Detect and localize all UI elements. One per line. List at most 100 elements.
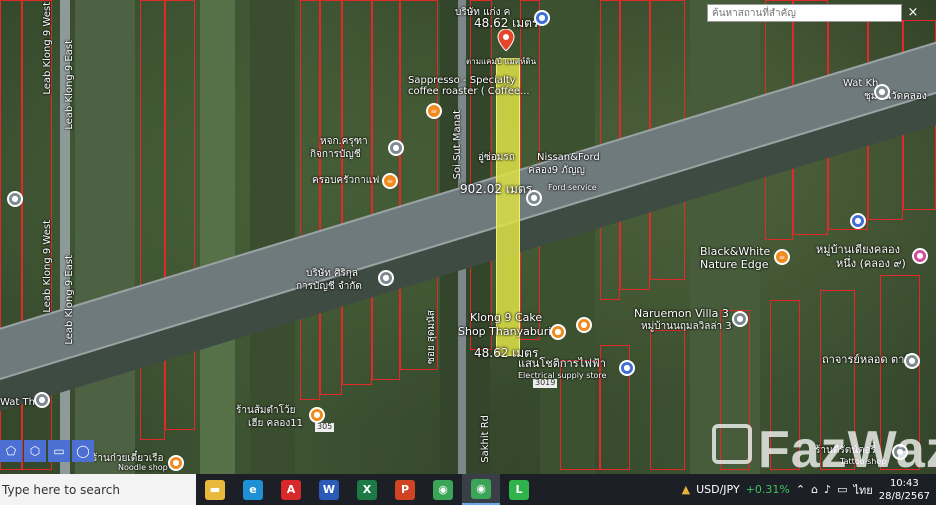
place-label: Shop Thanyaburi (458, 325, 552, 338)
poi-icon[interactable]: ● (904, 353, 920, 369)
word-icon: W (319, 479, 339, 500)
poi-icon[interactable]: ● (7, 191, 23, 207)
chrome-2-icon: ◉ (471, 478, 491, 499)
taskbar-app-word[interactable]: W (310, 474, 348, 505)
place-label: ตามแคมป์ แมคห์ดิน (466, 57, 537, 66)
taskbar-search-placeholder: Type here to search (2, 482, 120, 497)
place-label: Black&White (700, 245, 771, 258)
taskbar-app-line[interactable]: L (500, 474, 538, 505)
taskbar-app-edge[interactable]: e (234, 474, 272, 505)
place-label: หนึ่ง (คลอง ๙) (836, 257, 906, 270)
place-label: การบัญชี จำกัด (296, 281, 362, 292)
field-strip (200, 0, 235, 474)
ticker-label[interactable]: USD/JPY (696, 483, 740, 496)
taskbar-app-chrome[interactable]: ◉ (424, 474, 462, 505)
place-label: บริษัท แก่ง ค (455, 7, 511, 18)
line-icon: L (509, 479, 529, 500)
taskbar-app-chrome-2[interactable]: ◉ (462, 474, 500, 505)
car-repair-icon[interactable]: ● (526, 190, 542, 206)
poi-icon[interactable]: ● (34, 392, 50, 408)
place-label: หจก.ครุฑา (320, 136, 368, 147)
rectangle-tool-icon[interactable]: ▭ (48, 440, 70, 462)
poi-icon[interactable]: ● (732, 311, 748, 327)
parcel-boundary (372, 0, 400, 380)
poi-icon[interactable]: ● (534, 10, 550, 26)
place-label: Klong 9 Cake (470, 311, 543, 324)
system-tray: ▲ USD/JPY +0.31% ⌃ ⌂ ♪ ▭ ไทย 10:43 28/8/… (682, 474, 936, 505)
cafe-icon[interactable]: ☕ (426, 103, 442, 119)
restaurant-icon[interactable]: ● (309, 407, 325, 423)
parcel-boundary (300, 0, 320, 400)
place-label: บริษัท ศิริกุล (306, 268, 358, 279)
ticker-icon: ▲ (681, 483, 691, 496)
taskbar-apps: ▬ e A W X P ◉ ◉ L (196, 474, 538, 505)
parcel-boundary (320, 0, 342, 395)
chrome-icon: ◉ (433, 479, 453, 500)
poi-icon[interactable]: ● (378, 270, 394, 286)
language-indicator[interactable]: ไทย (853, 481, 872, 499)
watermark: FazWaz (758, 421, 936, 474)
tray-expand-icon[interactable]: ⌃ (796, 483, 805, 496)
cafe-icon[interactable]: ☕ (382, 173, 398, 189)
network-icon[interactable]: ⌂ (811, 483, 818, 496)
police-icon[interactable]: ● (850, 213, 866, 229)
bakery-icon[interactable]: ● (550, 324, 566, 340)
place-label: ร้านส้มตำโว้ย (236, 405, 296, 416)
battery-icon[interactable]: ▭ (837, 483, 847, 496)
taskbar-app-excel[interactable]: X (348, 474, 386, 505)
place-label: Nature Edge (700, 258, 769, 271)
taskbar: Type here to search ▬ e A W X P ◉ ◉ L ▲ USD/JPY … (0, 474, 936, 505)
taskbar-app-powerpoint[interactable]: P (386, 474, 424, 505)
drawing-toolbar: ⬠ ⬡ ▭ ◯ (0, 440, 94, 462)
parcel-boundary (165, 0, 195, 430)
search-input[interactable] (707, 4, 902, 22)
parcel-boundary (342, 0, 372, 385)
place-label: Naruemon Villa 3 (634, 307, 729, 320)
place-label: เฮีย คลอง11 (248, 418, 303, 429)
road-label: Leab Klong 9 East (64, 255, 75, 345)
polygon-tool-icon[interactable]: ⬠ (0, 440, 22, 462)
cafe-icon[interactable]: ☕ (774, 249, 790, 265)
field-strip (75, 0, 135, 474)
excel-icon: X (357, 479, 377, 500)
place-label: Sappresso - Specialty coffee roaster ( C… (408, 75, 530, 97)
store-icon[interactable]: ● (619, 360, 635, 376)
bakery-icon[interactable]: ● (576, 317, 592, 333)
field-strip (250, 0, 295, 474)
place-label: ครอบครัวกาแฟ (312, 175, 380, 186)
taskbar-app-acrobat[interactable]: A (272, 474, 310, 505)
road-shield: 305 (315, 422, 335, 432)
satellite-map[interactable]: 48.62 เมตร 902.02 เมตร 48.62 เมตร Leab K… (0, 0, 936, 474)
taskbar-app-file-explorer[interactable]: ▬ (196, 474, 234, 505)
clock-time: 10:43 (889, 477, 919, 489)
clock[interactable]: 10:43 28/8/2567 (879, 477, 930, 503)
place-label: Noodle shop (118, 463, 168, 472)
volume-icon[interactable]: ♪ (824, 483, 831, 496)
ticker-change: +0.31% (745, 483, 790, 496)
place-label: กิจการบัญชี (310, 149, 361, 160)
place-label: Electrical supply store (518, 371, 607, 380)
place-label: Nissan&Ford (537, 152, 600, 163)
place-label: แสนโชติการไฟฟ้า (518, 357, 606, 370)
clock-date: 28/8/2567 (878, 490, 930, 502)
place-label: หมู่บ้านนฤมลวิลล่า 3 (641, 321, 732, 332)
poi-icon[interactable]: ● (874, 84, 890, 100)
road-label: Soi Sut Manat (452, 110, 463, 180)
hexagon-tool-icon[interactable]: ⬡ (24, 440, 46, 462)
powerpoint-icon: P (395, 479, 415, 500)
taskbar-search[interactable]: Type here to search (0, 474, 196, 505)
parcel-boundary (470, 0, 492, 350)
edge-icon: e (243, 479, 263, 500)
circle-tool-icon[interactable]: ◯ (72, 440, 94, 462)
measure-middle: 902.02 เมตร (460, 182, 533, 196)
poi-icon[interactable]: ● (912, 248, 928, 264)
restaurant-icon[interactable]: ● (168, 455, 184, 471)
place-label: หมู่บ้านเดียงคลอง (816, 243, 900, 256)
road-label: ซอย สุดมนัส (426, 310, 437, 364)
place-label: Ford service (548, 183, 597, 192)
road-label: Sakhit Rd (480, 415, 491, 463)
road-label: Leab Klong 9 East (64, 40, 75, 130)
parcel-boundary (140, 0, 165, 440)
poi-icon[interactable]: ● (388, 140, 404, 156)
close-button[interactable]: × (904, 4, 922, 22)
